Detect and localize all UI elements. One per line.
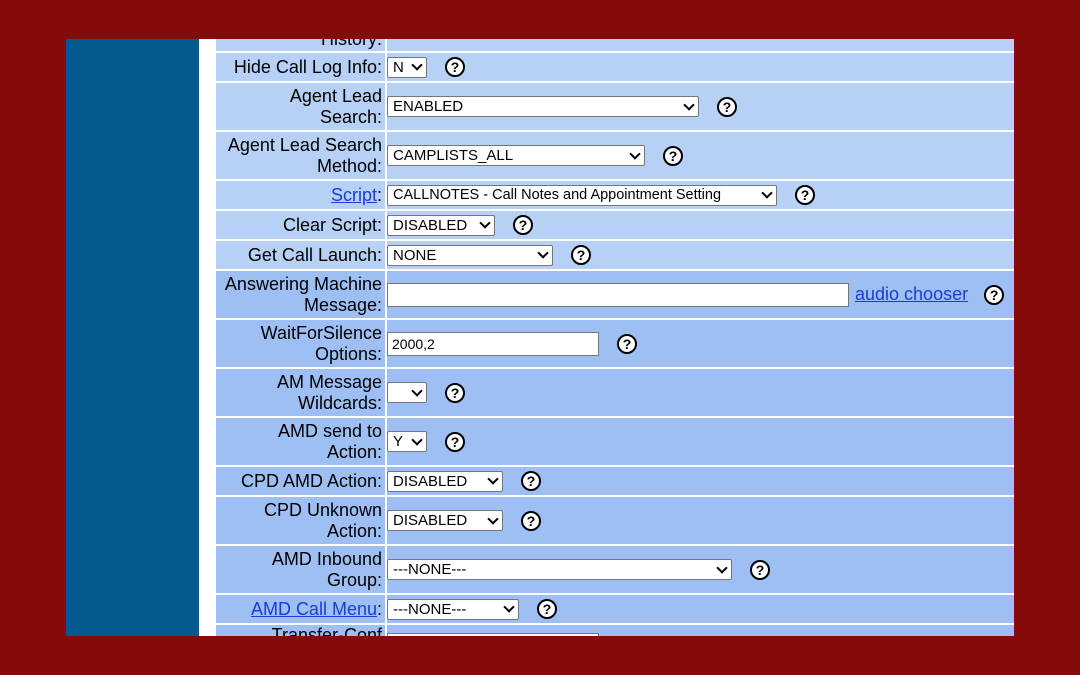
chevron-down-icon — [683, 98, 695, 111]
help-icon[interactable]: ? — [445, 431, 465, 452]
answering-machine-message-input[interactable] — [387, 282, 849, 307]
campaign-settings-form: History: Hide Call Log Info: N ? Agent L… — [216, 39, 1014, 636]
chevron-down-icon — [479, 217, 491, 229]
help-icon[interactable]: ? — [984, 284, 1005, 305]
chevron-down-icon — [411, 384, 423, 397]
clear-script-label: Clear Script: — [216, 211, 385, 239]
row-answering-machine-message: Answering Machine Message: audio chooser … — [216, 271, 1014, 318]
history-label: History: — [216, 39, 385, 51]
row-agent-lead-search-method: Agent Lead Search Method: CAMPLISTS_ALL ? — [216, 132, 1014, 179]
chevron-down-icon — [537, 247, 549, 259]
cpd-unknown-action-select[interactable]: DISABLED — [387, 510, 503, 531]
row-cpd-amd-action: CPD AMD Action: DISABLED ? — [216, 467, 1014, 495]
row-amd-send-to-action: AMD send to Action: Y ? — [216, 418, 1014, 465]
row-transfer-conf: Transfer-Conf — [216, 625, 1014, 636]
help-icon[interactable]: ? — [521, 510, 541, 531]
hide-call-log-info-select[interactable]: N — [387, 56, 427, 78]
amd-send-to-action-label: AMD send to Action: — [216, 418, 385, 465]
browser-viewport: History: Hide Call Log Info: N ? Agent L… — [66, 39, 1014, 636]
waitforsilence-options-input[interactable]: 2000,2 — [387, 331, 599, 356]
get-call-launch-select[interactable]: NONE — [387, 244, 553, 266]
row-history: History: — [216, 39, 1014, 51]
row-waitforsilence-options: WaitForSilence Options: 2000,2 ? — [216, 320, 1014, 367]
transfer-conf-input[interactable] — [387, 633, 599, 636]
help-icon[interactable]: ? — [521, 471, 541, 491]
row-get-call-launch: Get Call Launch: NONE ? — [216, 241, 1014, 269]
amd-call-menu-select[interactable]: ---NONE--- — [387, 598, 519, 620]
left-sidebar — [66, 39, 199, 636]
script-select[interactable]: CALLNOTES - Call Notes and Appointment S… — [387, 184, 777, 206]
amd-call-menu-link[interactable]: AMD Call Menu — [251, 599, 377, 619]
chevron-down-icon — [411, 433, 423, 446]
help-icon[interactable]: ? — [571, 245, 591, 265]
row-script: Script: CALLNOTES - Call Notes and Appoi… — [216, 181, 1014, 209]
chevron-down-icon — [503, 601, 515, 613]
row-agent-lead-search: Agent Lead Search: ENABLED ? — [216, 83, 1014, 130]
cpd-amd-action-select[interactable]: DISABLED — [387, 470, 503, 492]
clear-script-select[interactable]: DISABLED — [387, 214, 495, 236]
help-icon[interactable]: ? — [445, 57, 465, 77]
help-icon[interactable]: ? — [617, 333, 637, 354]
answering-machine-message-label: Answering Machine Message: — [216, 271, 385, 318]
chevron-down-icon — [629, 147, 641, 160]
help-icon[interactable]: ? — [513, 215, 533, 235]
agent-lead-search-label: Agent Lead Search: — [216, 83, 385, 130]
help-icon[interactable]: ? — [537, 599, 557, 619]
amd-send-to-action-select[interactable]: Y — [387, 431, 427, 452]
chevron-down-icon — [716, 561, 728, 574]
agent-lead-search-method-select[interactable]: CAMPLISTS_ALL — [387, 145, 645, 166]
chevron-down-icon — [487, 473, 499, 485]
cpd-amd-action-label: CPD AMD Action: — [216, 467, 385, 495]
row-amd-inbound-group: AMD Inbound Group: ---NONE--- ? — [216, 546, 1014, 593]
get-call-launch-label: Get Call Launch: — [216, 241, 385, 269]
chevron-down-icon — [761, 187, 773, 199]
row-clear-script: Clear Script: DISABLED ? — [216, 211, 1014, 239]
chevron-down-icon — [411, 59, 423, 71]
agent-lead-search-method-label: Agent Lead Search Method: — [216, 132, 385, 179]
row-amd-call-menu: AMD Call Menu: ---NONE--- ? — [216, 595, 1014, 623]
cpd-unknown-action-label: CPD Unknown Action: — [216, 497, 385, 544]
script-label: Script: — [216, 181, 385, 209]
audio-chooser-link[interactable]: audio chooser — [855, 284, 968, 305]
amd-inbound-group-label: AMD Inbound Group: — [216, 546, 385, 593]
transfer-conf-label: Transfer-Conf — [216, 625, 385, 636]
row-am-message-wildcards: AM Message Wildcards: ? — [216, 369, 1014, 416]
hide-call-log-info-label: Hide Call Log Info: — [216, 53, 385, 81]
row-hide-call-log-info: Hide Call Log Info: N ? — [216, 53, 1014, 81]
help-icon[interactable]: ? — [717, 96, 737, 117]
script-link[interactable]: Script — [331, 185, 377, 205]
amd-inbound-group-select[interactable]: ---NONE--- — [387, 559, 732, 580]
am-message-wildcards-select[interactable] — [387, 382, 427, 403]
agent-lead-search-select[interactable]: ENABLED — [387, 96, 699, 117]
row-cpd-unknown-action: CPD Unknown Action: DISABLED ? — [216, 497, 1014, 544]
am-message-wildcards-label: AM Message Wildcards: — [216, 369, 385, 416]
chevron-down-icon — [487, 512, 499, 525]
help-icon[interactable]: ? — [663, 145, 683, 166]
help-icon[interactable]: ? — [750, 559, 770, 580]
waitforsilence-options-label: WaitForSilence Options: — [216, 320, 385, 367]
help-icon[interactable]: ? — [445, 382, 465, 403]
amd-call-menu-label: AMD Call Menu: — [216, 595, 385, 623]
help-icon[interactable]: ? — [795, 185, 815, 205]
